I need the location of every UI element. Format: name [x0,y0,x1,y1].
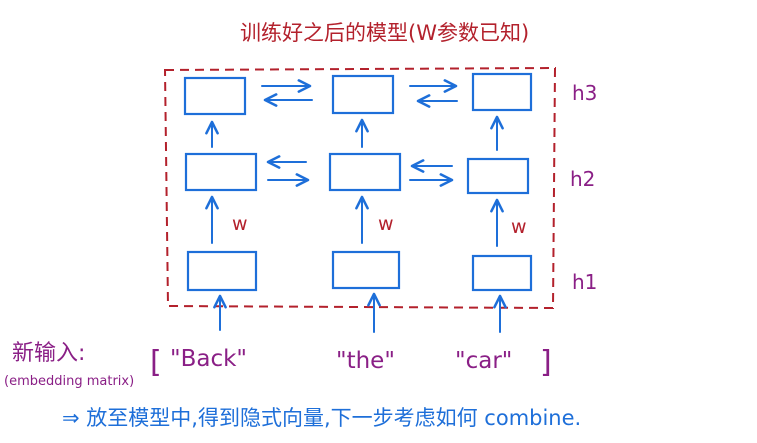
h3-box-car [471,72,533,112]
conclusion-text: ⇒ 放至模型中,得到隐式向量,下一步考虑如何 combine. [62,406,581,430]
weight-label-back: w [232,213,248,235]
token-back: "Back" [170,346,247,372]
tokens-close-bracket: ] [540,345,552,380]
tokens-open-bracket: [ [150,345,162,380]
token-car: "car" [455,348,512,374]
weight-label-the: w [378,213,394,235]
layer-label-h2: h2 [570,167,595,191]
h1-box-back [186,250,258,292]
h1-box-the [331,250,401,290]
input-label: 新输入: [12,341,85,366]
model-frame [163,66,557,310]
layer-label-h1: h1 [572,270,597,294]
h1-box-car [471,254,533,292]
input-sublabel: (embedding matrix) [4,374,134,389]
diagram-title: 训练好之后的模型(W参数已知) [240,21,529,45]
token-the: "the" [336,348,395,374]
rnn-diagram: 训练好之后的模型(W参数已知) w w w h3 h2 h1 新输入: (emb… [4,21,597,430]
h2-box-the [328,152,402,192]
h2-box-back [184,152,258,192]
layer-label-h3: h3 [572,81,597,105]
h3-box-the [331,74,395,115]
weight-label-car: w [511,216,527,238]
h3-box-back [183,76,247,116]
h2-box-car [466,157,530,195]
